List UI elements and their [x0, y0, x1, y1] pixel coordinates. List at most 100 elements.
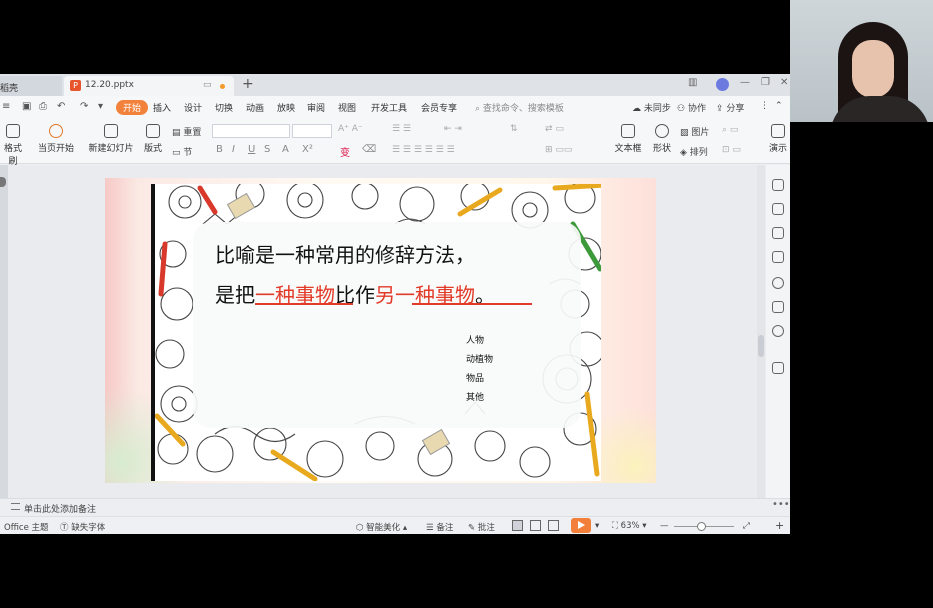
layout-toggle-icon[interactable]: ▥ [688, 77, 697, 88]
zoom-percent[interactable]: ⛶ 63% ▾ [612, 521, 647, 531]
reading-view-icon[interactable] [548, 520, 559, 531]
avatar[interactable] [716, 78, 729, 91]
underline-icon[interactable]: U [248, 144, 255, 155]
font-family-select[interactable] [212, 124, 290, 138]
slide-editing-area[interactable]: 比喻是一种常用的修辞方法， 是把一种事物比作另一种事物。 人物 动植物 物品 其… [0, 165, 790, 498]
slide-canvas[interactable]: 比喻是一种常用的修辞方法， 是把一种事物比作另一种事物。 人物 动植物 物品 其… [105, 178, 656, 483]
underline-two [412, 303, 532, 305]
tab-animation[interactable]: 动画 [246, 101, 264, 114]
align-icons[interactable]: ☰ ☰ ☰ ☰ ☰ ☰ [392, 145, 455, 155]
tab-review[interactable]: 审阅 [307, 101, 325, 114]
select-icon[interactable]: ⊡ ▭ [722, 145, 741, 155]
tab-view[interactable]: 视图 [338, 101, 356, 114]
close-icon[interactable]: ✕ [780, 77, 788, 88]
tab-insert[interactable]: 插入 [153, 101, 171, 114]
status-bar: Office 主题 Ⓣ 缺失字体 ⬡ 智能美化 ▴ ☰ 备注 ✎ 批注 ▾ ⛶ … [0, 516, 790, 534]
style-icon[interactable] [772, 179, 784, 191]
section-button[interactable]: ▭ 节 [172, 145, 192, 158]
tab-developer[interactable]: 开发工具 [371, 101, 407, 114]
tab-transition[interactable]: 切换 [215, 101, 233, 114]
notes-bar[interactable]: 单击此处添加备注 ••• [0, 498, 790, 516]
chevron-down-icon[interactable]: ▾ [595, 521, 599, 531]
normal-view-icon[interactable] [512, 520, 523, 531]
tab-slideshow[interactable]: 放映 [277, 101, 295, 114]
settings-slider-icon[interactable] [772, 251, 784, 263]
reset-button[interactable]: ▤ 重置 [172, 125, 201, 138]
scrollbar-thumb[interactable] [758, 335, 764, 357]
more-options-icon[interactable]: ••• [772, 499, 790, 510]
italic-icon[interactable]: I [232, 144, 235, 155]
redo-icon[interactable]: ↷ [80, 101, 88, 112]
new-tab-button[interactable]: + [242, 76, 254, 92]
play-from-current-button[interactable]: 当页开始 [36, 124, 76, 154]
more-icon[interactable]: ⋮ [760, 101, 769, 111]
collaborate-label: 协作 [687, 104, 706, 114]
slideshow-play-button[interactable] [571, 518, 591, 533]
format-painter-button[interactable]: 格式刷 [0, 124, 26, 167]
thumbnail-pane-collapsed[interactable] [0, 165, 8, 498]
tab-start[interactable]: 开始 [116, 100, 149, 115]
shape-button[interactable]: 形状 [648, 124, 676, 154]
new-slide-button[interactable]: 新建幻灯片 [88, 124, 134, 154]
slide-title-line1[interactable]: 比喻是一种常用的修辞方法， [215, 239, 475, 268]
indent-icon[interactable]: ⇤ ⇥ [444, 124, 462, 134]
superscript-icon[interactable]: X² [302, 144, 313, 155]
tab-member[interactable]: 会员专享 [421, 101, 457, 114]
notes-placeholder[interactable]: 单击此处添加备注 [24, 502, 96, 515]
sync-status[interactable]: ☁ 未同步 [632, 101, 671, 114]
category-list[interactable]: 人物 动植物 物品 其他 [466, 332, 493, 408]
textbox-button[interactable]: 文本框 [614, 124, 642, 154]
print-icon[interactable]: ⎙ [39, 101, 47, 112]
clear-format-icon[interactable]: ⌫ [362, 144, 376, 155]
tab-home[interactable]: 稻壳 [0, 76, 62, 96]
command-search[interactable]: ⌕ 查找命令、搜索模板 [475, 101, 564, 114]
bullets-icon[interactable]: ☰ ☰ [392, 124, 411, 134]
arrange-label: 排列 [689, 148, 708, 158]
grow-font-icon[interactable]: A⁺ A⁻ [338, 124, 363, 134]
theme-name[interactable]: Office 主题 [4, 521, 49, 533]
layout-button[interactable]: 版式 [141, 124, 165, 154]
text-effect-icon[interactable]: 变 [340, 144, 350, 159]
collapse-ribbon-icon[interactable]: ⌃ [775, 101, 783, 111]
category-item: 物品 [466, 374, 485, 384]
location-icon[interactable] [772, 325, 784, 337]
zoom-in-button[interactable]: + [775, 519, 784, 532]
collaborate-button[interactable]: ⚇ 协作 [677, 101, 706, 114]
help-icon[interactable] [772, 277, 784, 289]
zoom-slider-handle[interactable] [697, 522, 706, 531]
text-direction-icon[interactable]: ⇄ ▭ [545, 124, 564, 134]
tab-document[interactable]: P 12.20.pptx ▭ [64, 76, 234, 96]
find-icon[interactable]: ⌕ ▭ [722, 125, 738, 135]
strikethrough-icon[interactable]: S [264, 144, 270, 155]
tab-design[interactable]: 设计 [184, 101, 202, 114]
missing-font-button[interactable]: Ⓣ 缺失字体 [60, 521, 105, 533]
expand-pane-handle[interactable] [0, 177, 6, 187]
image-icon[interactable] [772, 301, 784, 313]
bold-icon[interactable]: B [216, 144, 223, 155]
font-color-icon[interactable]: A [282, 144, 289, 155]
arrange-button[interactable]: ◈ 排列 [680, 145, 708, 158]
font-size-select[interactable] [292, 124, 332, 138]
menu-icon[interactable]: ≡ [2, 101, 10, 112]
vertical-scrollbar[interactable] [757, 165, 765, 498]
slide-sorter-icon[interactable] [530, 520, 541, 531]
picture-button[interactable]: ▨ 图片 [680, 125, 709, 138]
monitor-icon[interactable]: ▭ [203, 80, 212, 90]
comments-button[interactable]: ✎ 批注 [468, 521, 495, 533]
line-spacing-icon[interactable]: ⇅ [510, 124, 518, 134]
minimize-icon[interactable]: — [740, 77, 750, 88]
share-button[interactable]: ⇪ 分享 [716, 101, 744, 114]
fit-window-icon[interactable]: ⤢ [743, 521, 750, 531]
zoom-out-button[interactable]: — [660, 521, 669, 531]
animation-icon[interactable] [772, 203, 784, 215]
chevron-down-icon[interactable]: ▾ [98, 101, 103, 112]
copy-icon[interactable] [772, 227, 784, 239]
undo-icon[interactable]: ↶ [57, 101, 65, 112]
restore-icon[interactable]: ❐ [761, 77, 770, 88]
save-icon[interactable]: ▣ [22, 101, 31, 112]
smart-beautify-button[interactable]: ⬡ 智能美化 ▴ [356, 521, 407, 533]
notes-toggle-button[interactable]: ☰ 备注 [426, 521, 453, 533]
smart-art-icon[interactable]: ⊞ ▭▭ [545, 145, 572, 155]
cube-icon[interactable] [772, 362, 784, 374]
presenter-button[interactable]: 演示 [766, 124, 790, 154]
